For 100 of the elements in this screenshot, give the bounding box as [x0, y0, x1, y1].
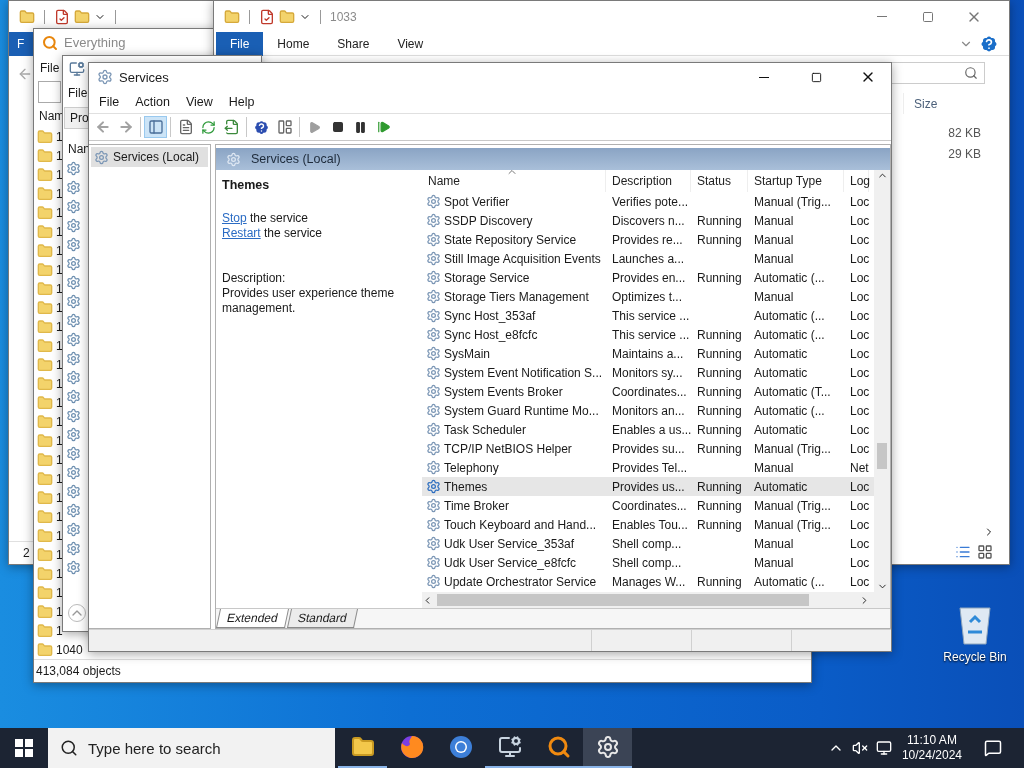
- service-row[interactable]: SSDP Discovery Discovers n... Running Manual Loc: [422, 211, 874, 230]
- service-row[interactable]: TCP/IP NetBIOS Helper Provides su... Running Manual (Trig... Loc: [422, 439, 874, 458]
- table-cell-text: Running: [696, 517, 743, 532]
- service-name: Telephony: [444, 460, 499, 475]
- file-size: 82 KB: [947, 124, 982, 142]
- service-row[interactable]: Storage Service Provides en... Running Automatic (... Loc: [422, 268, 874, 287]
- column-header[interactable]: Description: [606, 170, 691, 192]
- tab[interactable]: Pro: [64, 107, 89, 129]
- search-field[interactable]: [890, 61, 985, 84]
- menu-item[interactable]: File: [40, 60, 60, 75]
- details-view-icon[interactable]: [955, 544, 971, 560]
- file-name: 1: [56, 509, 63, 524]
- gear-icon: [66, 465, 81, 480]
- service-row[interactable]: System Guard Runtime Mo... Monitors an... Running Automatic (... Loc: [422, 401, 874, 420]
- help-icon[interactable]: [979, 33, 999, 54]
- taskbar-app[interactable]: [583, 728, 632, 768]
- file-name: 1: [56, 338, 63, 353]
- service-row[interactable]: Sync Host_353af This service ... Automatic (... Loc: [422, 306, 874, 325]
- vertical-scrollbar[interactable]: [874, 170, 890, 592]
- folder-icon: [37, 508, 53, 525]
- table-cell-text: Running: [696, 441, 743, 456]
- table-cell-text: Automatic (T...: [753, 384, 832, 399]
- ribbon-tab[interactable]: Home: [263, 31, 324, 56]
- muted-speaker-icon[interactable]: [851, 740, 868, 756]
- horizontal-scrollbar[interactable]: [422, 592, 890, 608]
- folder-icon[interactable]: [224, 8, 240, 25]
- service-row[interactable]: Udk User Service_e8fcfc Shell comp... Manual Loc: [422, 553, 874, 572]
- column-header[interactable]: Name: [422, 170, 606, 192]
- action-link[interactable]: Stop: [222, 211, 247, 225]
- service-row[interactable]: Themes Provides us... Running Automatic Loc: [422, 477, 874, 496]
- notification-icon[interactable]: [984, 739, 1002, 757]
- service-row[interactable]: Task Scheduler Enables a us... Running Automatic Loc: [422, 420, 874, 439]
- scroll-thumb[interactable]: [877, 443, 887, 469]
- menu-item[interactable]: View: [177, 95, 221, 109]
- folder-icon: [37, 280, 53, 297]
- service-name: Touch Keyboard and Hand...: [444, 517, 597, 532]
- ribbon-tab[interactable]: File: [216, 31, 264, 56]
- tree-item[interactable]: Services (Local): [91, 147, 208, 167]
- menu-item[interactable]: File: [91, 95, 128, 109]
- table-cell-text: Automatic: [753, 346, 809, 361]
- service-row[interactable]: System Events Broker Coordinates... Running Automatic (T... Loc: [422, 382, 874, 401]
- view-tab[interactable]: Extended: [216, 609, 289, 628]
- search-field[interactable]: [38, 81, 61, 103]
- table-cell-text: Running: [696, 574, 743, 589]
- clock[interactable]: 11:10 AM 10/24/2024: [901, 733, 962, 763]
- service-row[interactable]: Sync Host_e8fcfc This service ... Running Automatic (... Loc: [422, 325, 874, 344]
- table-cell-text: Loc: [849, 346, 869, 361]
- scroll-thumb[interactable]: [437, 594, 809, 606]
- service-name: Udk User Service_353af: [444, 536, 575, 551]
- menu-item[interactable]: Help: [220, 95, 263, 109]
- file-name: 1: [56, 471, 63, 486]
- view-tab[interactable]: Standard: [286, 609, 358, 628]
- ribbon-tab[interactable]: F: [9, 32, 33, 56]
- ribbon-tab[interactable]: Share: [323, 31, 384, 56]
- service-row[interactable]: Update Orchestrator Service Manages W... Running Automatic (... Loc: [422, 572, 874, 591]
- column-header[interactable]: Size: [903, 93, 1009, 114]
- action-link[interactable]: Restart: [222, 226, 261, 240]
- table-cell-text: Running: [696, 403, 743, 418]
- service-row[interactable]: System Event Notification S... Monitors sy... Running Automatic Loc: [422, 363, 874, 382]
- service-name: Sync Host_353af: [444, 308, 536, 323]
- tiles-view-icon[interactable]: [977, 544, 993, 560]
- folder-icon[interactable]: [19, 8, 35, 25]
- service-row[interactable]: Still Image Acquisition Events Launches a... Manual Loc: [422, 249, 874, 268]
- menu-item[interactable]: File: [68, 86, 88, 100]
- file-name: 1: [56, 148, 63, 163]
- gear-icon: [94, 149, 109, 165]
- search-field[interactable]: Type here to search: [48, 728, 335, 768]
- table-cell-text: Manual: [753, 460, 795, 475]
- description-label: Description:: [222, 271, 287, 286]
- minimize-icon: [877, 16, 887, 17]
- service-row[interactable]: State Repository Service Provides re... Running Manual Loc: [422, 230, 874, 249]
- service-row[interactable]: SysMain Maintains a... Running Automatic Loc: [422, 344, 874, 363]
- network-icon[interactable]: [875, 740, 892, 756]
- gear-icon: [426, 460, 441, 475]
- file-name: 1: [56, 585, 63, 600]
- column-header[interactable]: Status: [691, 170, 748, 192]
- column-header[interactable]: Log: [844, 170, 869, 192]
- service-name: SysMain: [444, 346, 490, 361]
- service-row[interactable]: Time Broker Coordinates... Running Manual (Trig... Loc: [422, 496, 874, 515]
- column-header[interactable]: Startup Type: [748, 170, 844, 192]
- service-row[interactable]: Telephony Provides Tel... Manual Net: [422, 458, 874, 477]
- console-icon: [69, 60, 85, 77]
- window-title: 1033: [330, 9, 357, 24]
- ribbon-tab[interactable]: View: [383, 31, 438, 56]
- gear-icon: [66, 389, 81, 404]
- folder-icon: [37, 413, 53, 430]
- service-row[interactable]: Udk User Service_353af Shell comp... Manual Loc: [422, 534, 874, 553]
- table-cell-text: Loc: [849, 270, 869, 285]
- file-name: 1: [56, 414, 63, 429]
- menu-item[interactable]: Action: [127, 95, 178, 109]
- table-cell-text: Manual: [753, 213, 795, 228]
- service-row[interactable]: Touch Keyboard and Hand... Enables Tou... Running Manual (Trig... Loc: [422, 515, 874, 534]
- table-cell-text: Loc: [849, 441, 869, 456]
- file-name: 1: [56, 357, 63, 372]
- service-row[interactable]: Spot Verifier Verifies pote... Manual (Trig... Loc: [422, 192, 874, 211]
- table-cell-text: Automatic (...: [753, 327, 826, 342]
- properties-icon[interactable]: [54, 8, 70, 25]
- properties-icon[interactable]: [259, 8, 275, 25]
- table-cell-text: Running: [696, 479, 743, 494]
- service-row[interactable]: Storage Tiers Management Optimizes t... Manual Loc: [422, 287, 874, 306]
